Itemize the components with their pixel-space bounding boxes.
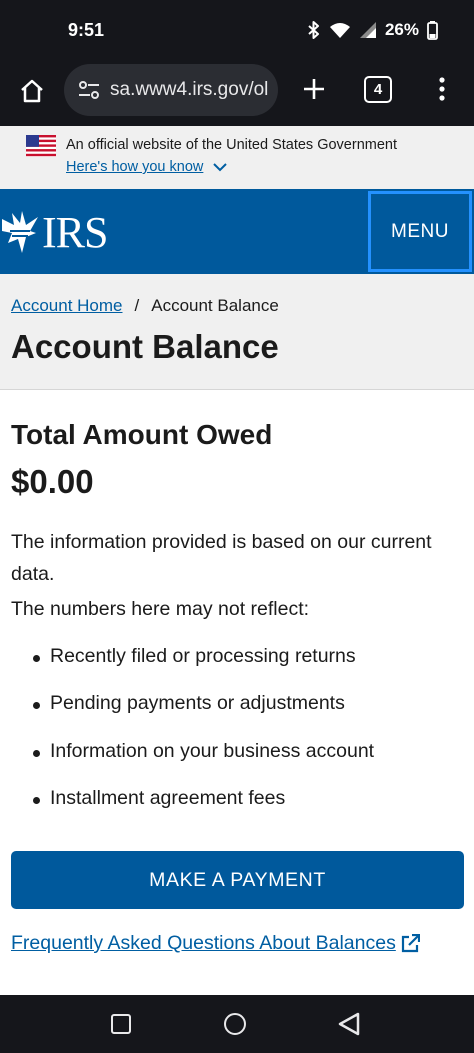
list-item-text: Information on your business account (50, 739, 375, 762)
total-amount-owed-heading: Total Amount Owed (11, 419, 273, 450)
bluetooth-icon (307, 21, 321, 39)
signal-icon (359, 21, 377, 39)
us-flag-icon (26, 135, 56, 157)
browser-toolbar: sa.www4.irs.gov/ol 4 (0, 62, 474, 126)
list-item-text: Pending payments or adjustments (50, 692, 345, 715)
list-item-text: Recently filed or processing returns (50, 645, 356, 667)
list-item: Pending payments or adjustments (0, 692, 474, 739)
faq-balances-label[interactable]: Frequently Asked Questions About Balance… (11, 932, 396, 955)
list-item: Installment agreement fees (0, 787, 474, 834)
list-item: Information on your business account (0, 740, 474, 787)
status-bar: 9:51 26% (0, 0, 474, 62)
faq-balances-link[interactable]: Frequently Asked Questions About Balance… (11, 932, 420, 955)
bullet-icon (33, 749, 40, 757)
gov-banner: An official website of the United States… (0, 126, 474, 189)
status-icons: 26% (307, 20, 438, 40)
battery-text: 26% (384, 20, 419, 39)
breadcrumb: Account Home / Account Balance (11, 296, 279, 316)
page-title: Account Balance (11, 328, 279, 365)
may-not-reflect-text: The numbers here may not reflect: (11, 598, 310, 620)
more-options-icon[interactable] (428, 71, 456, 107)
bullet-icon (33, 655, 40, 662)
exclusions-list: Recently filed or processing returns Pen… (0, 645, 474, 834)
page-header: Account Home / Account Balance Account B… (0, 274, 474, 390)
bullet-icon (33, 796, 40, 804)
info-paragraph: The information provided is based on our… (11, 531, 432, 585)
url-text[interactable]: sa.www4.irs.gov/ol (110, 79, 268, 101)
tab-switcher-button[interactable]: 4 (364, 76, 392, 103)
list-item: Recently filed or processing returns (0, 645, 474, 692)
new-tab-icon[interactable] (296, 71, 332, 107)
make-a-payment-button[interactable]: MAKE A PAYMENT (11, 851, 464, 909)
heres-how-you-know-link[interactable]: Here's how you know (66, 159, 228, 175)
menu-button[interactable]: MENU (368, 191, 472, 272)
external-link-icon[interactable] (401, 934, 420, 953)
home-icon[interactable] (14, 73, 50, 109)
system-navigation-bar (0, 995, 474, 1053)
breadcrumb-current: Account Balance (151, 296, 279, 315)
breadcrumb-separator: / (134, 296, 140, 315)
battery-icon (427, 20, 438, 40)
back-icon[interactable] (338, 1012, 360, 1036)
list-item-text: Installment agreement fees (50, 786, 286, 809)
gov-banner-text: An official website of the United States… (66, 137, 397, 153)
status-time: 9:51 (68, 20, 105, 40)
eagle-icon (2, 211, 38, 253)
heres-how-you-know-label[interactable]: Here's how you know (66, 159, 203, 175)
wifi-icon (329, 22, 351, 39)
irs-logo-text[interactable]: IRS (42, 207, 108, 258)
address-bar[interactable]: sa.www4.irs.gov/ol (64, 64, 278, 116)
bullet-icon (33, 702, 40, 710)
site-header: IRS MENU (0, 189, 474, 274)
home-circle-icon[interactable] (224, 1013, 246, 1035)
breadcrumb-account-home[interactable]: Account Home (11, 296, 123, 316)
irs-logo[interactable]: IRS (0, 207, 132, 257)
chevron-down-icon[interactable] (213, 162, 228, 172)
amount-owed-value: $0.00 (11, 463, 94, 500)
recent-apps-icon[interactable] (111, 1014, 131, 1034)
site-settings-icon[interactable] (76, 77, 102, 103)
